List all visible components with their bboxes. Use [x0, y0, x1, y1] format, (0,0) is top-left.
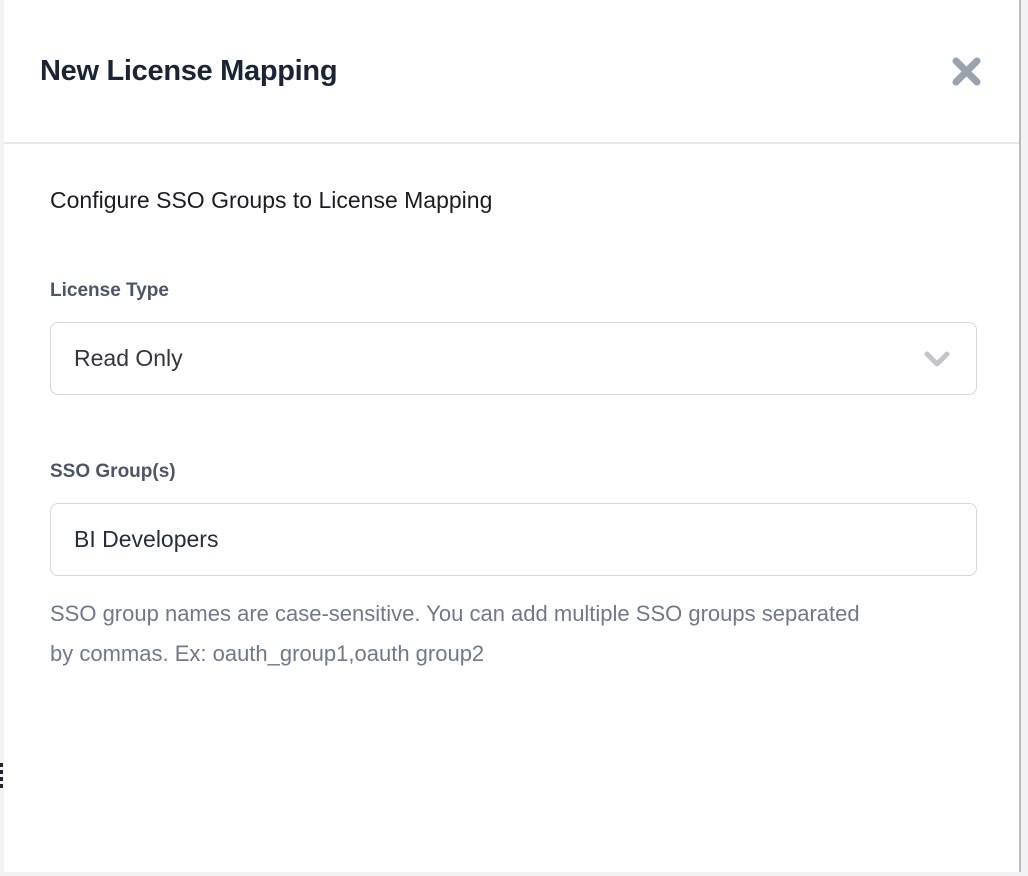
close-button[interactable]	[951, 57, 982, 86]
chevron-down-icon	[924, 351, 950, 367]
background-artifact	[0, 763, 3, 767]
modal-body: Configure SSO Groups to License Mapping …	[4, 187, 1019, 674]
close-icon	[951, 57, 982, 86]
license-type-label: License Type	[50, 280, 975, 302]
modal-subtitle: Configure SSO Groups to License Mapping	[50, 187, 975, 214]
modal-header: New License Mapping	[4, 0, 1019, 144]
new-license-mapping-modal: New License Mapping Configure SSO Groups…	[4, 0, 1021, 872]
sso-groups-label: SSO Group(s)	[50, 461, 975, 483]
license-type-selected-value: Read Only	[74, 345, 183, 372]
modal-title: New License Mapping	[40, 55, 337, 88]
sso-groups-input[interactable]	[50, 503, 977, 576]
sso-groups-helper-text: SSO group names are case-sensitive. You …	[50, 594, 880, 674]
background-artifact	[0, 777, 3, 781]
background-artifact	[0, 770, 3, 774]
background-artifact	[0, 784, 3, 788]
page-backdrop: New License Mapping Configure SSO Groups…	[0, 0, 1028, 876]
license-type-select[interactable]: Read Only	[50, 322, 977, 395]
